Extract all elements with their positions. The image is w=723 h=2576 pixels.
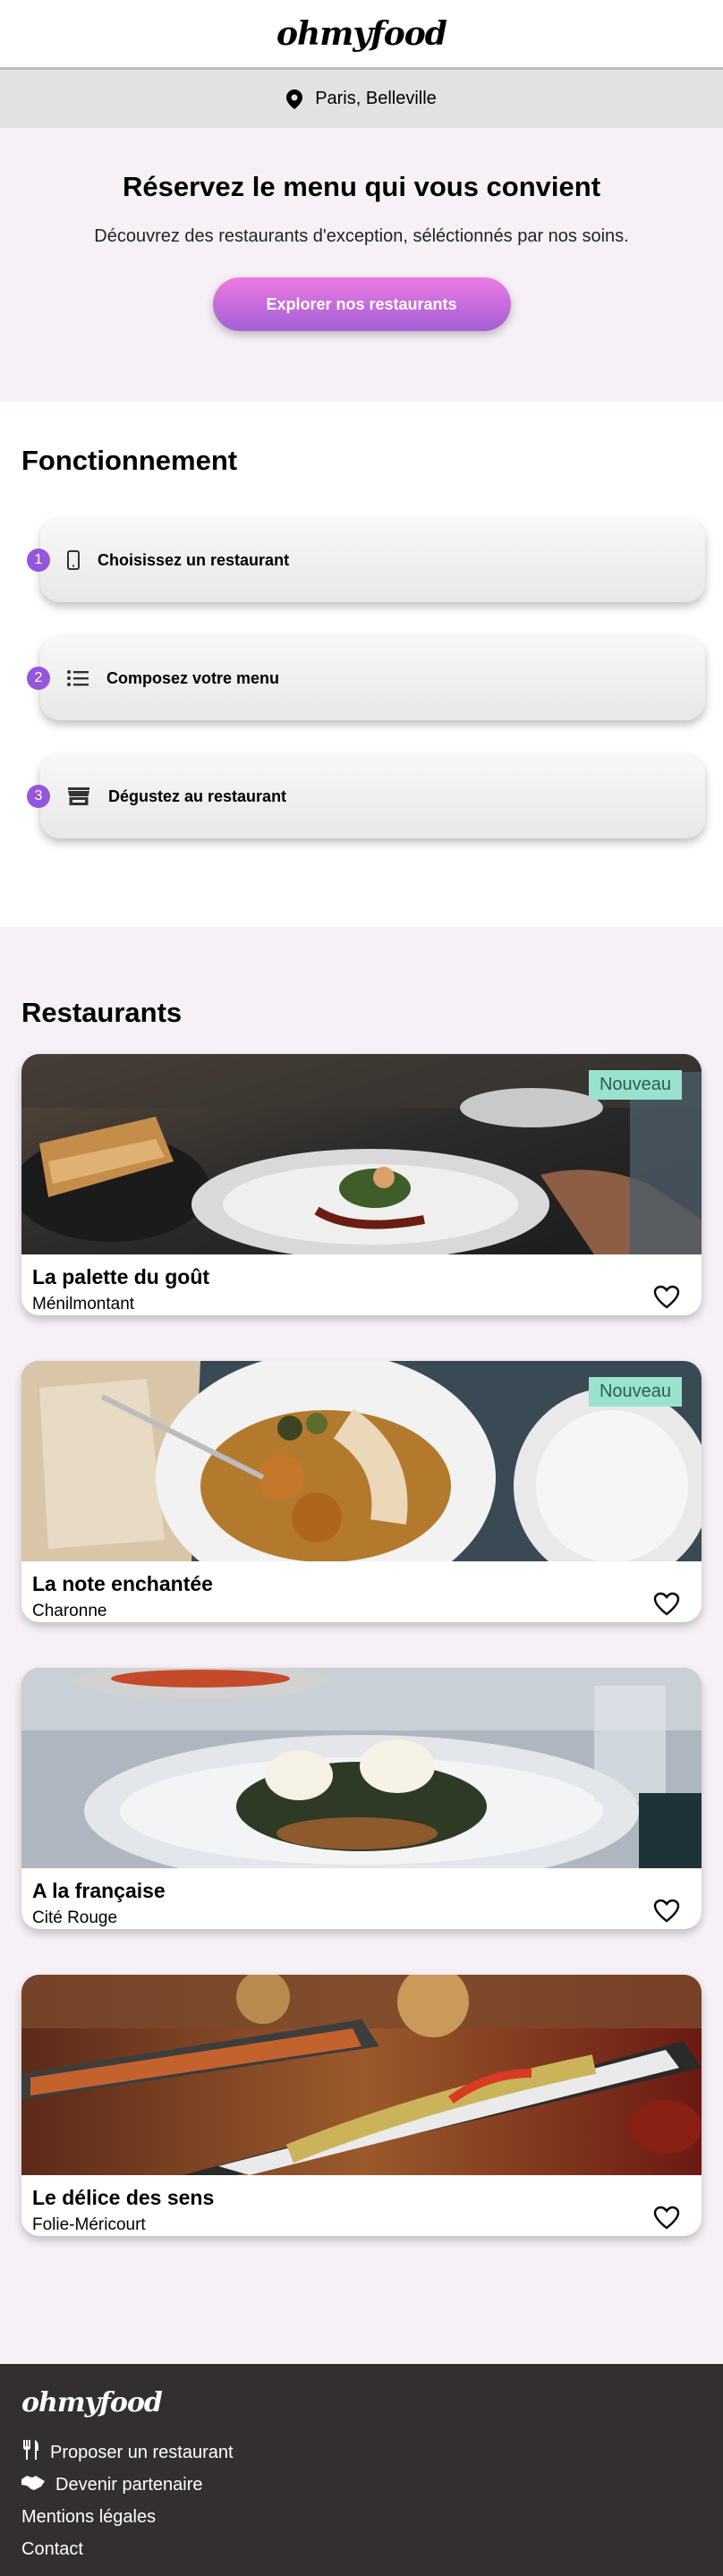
section-title: Fonctionnement [21, 445, 238, 476]
step-label: Choisissez un restaurant [98, 550, 290, 569]
restaurant-area: Folie-Méricourt [32, 2215, 146, 2234]
new-badge: Nouveau [588, 1070, 682, 1100]
restaurant-card[interactable]: Nouveau La note enchantée Charonne [21, 1361, 702, 1622]
restaurants-section: Restaurants Nouveau La palette du goût M… [0, 927, 723, 2364]
step-card: Composez votre menu [40, 636, 705, 720]
step-item: 3 Dégustez au restaurant [21, 754, 705, 840]
contact-link[interactable]: Contact [21, 2533, 702, 2565]
step-number: 3 [27, 785, 50, 808]
heart-icon[interactable] [653, 1899, 680, 1927]
site-footer: ohmyfood Proposer un restaurant Devenir … [0, 2364, 723, 2576]
restaurant-area: Cité Rouge [32, 1909, 118, 1927]
restaurant-name: Le délice des sens [32, 2186, 215, 2209]
location-text: Paris, Belleville [315, 89, 437, 108]
step-item: 2 Composez votre menu [21, 636, 705, 722]
restaurant-card[interactable]: Le délice des sens Folie-Méricourt [21, 1975, 702, 2236]
map-pin-icon [286, 89, 303, 109]
site-logo[interactable]: ohmyfood [276, 15, 447, 53]
step-item: 1 Choisissez un restaurant [21, 518, 705, 604]
heart-icon[interactable] [653, 1592, 680, 1620]
restaurant-name: A la française [32, 1879, 166, 1902]
restaurant-area: Ménilmontant [32, 1295, 135, 1314]
footer-link-label: Mentions légales [21, 2506, 157, 2527]
mobile-phone-icon [67, 550, 80, 570]
footer-link-label: Proposer un restaurant [50, 2442, 234, 2462]
how-it-works-section: Fonctionnement 1 Choisissez un restauran… [0, 402, 723, 927]
footer-logo[interactable]: ohmyfood [21, 2387, 702, 2419]
hero-subtitle: Découvrez des restaurants d'exception, s… [94, 226, 629, 246]
footer-link-label: Devenir partenaire [55, 2474, 203, 2495]
heart-icon[interactable] [653, 2206, 680, 2234]
utensils-icon [21, 2440, 39, 2465]
heart-icon[interactable] [653, 1285, 680, 1314]
step-number: 2 [27, 667, 50, 690]
restaurant-area: Charonne [32, 1602, 107, 1620]
restaurant-photo [21, 1668, 702, 1868]
legal-mentions-link[interactable]: Mentions légales [21, 2501, 702, 2533]
hero-section: Réservez le menu qui vous convient Décou… [0, 128, 723, 402]
explore-restaurants-button[interactable]: Explorer nos restaurants [212, 277, 511, 331]
hero-title: Réservez le menu qui vous convient [122, 171, 601, 202]
restaurant-card[interactable]: A la française Cité Rouge [21, 1668, 702, 1929]
become-partner-link[interactable]: Devenir partenaire [21, 2469, 702, 2501]
site-header: ohmyfood [0, 0, 723, 70]
restaurant-photo [21, 1975, 702, 2175]
restaurant-photo: Nouveau [21, 1054, 702, 1254]
step-label: Composez votre menu [106, 668, 280, 687]
list-icon [67, 670, 89, 686]
restaurant-name: La palette du goût [32, 1265, 210, 1288]
propose-restaurant-link[interactable]: Proposer un restaurant [21, 2436, 702, 2469]
restaurant-name: La note enchantée [32, 1572, 213, 1595]
location-bar: Paris, Belleville [0, 70, 723, 128]
restaurant-card[interactable]: Nouveau La palette du goût Ménilmontant [21, 1054, 702, 1315]
store-icon [67, 786, 90, 806]
step-label: Dégustez au restaurant [108, 786, 287, 805]
section-title: Restaurants [21, 997, 183, 1028]
handshake-icon [21, 2474, 45, 2495]
footer-link-label: Contact [21, 2538, 83, 2559]
step-number: 1 [27, 548, 50, 572]
step-card: Choisissez un restaurant [40, 518, 705, 602]
step-card: Dégustez au restaurant [40, 754, 705, 838]
new-badge: Nouveau [588, 1377, 682, 1407]
restaurant-photo: Nouveau [21, 1361, 702, 1561]
